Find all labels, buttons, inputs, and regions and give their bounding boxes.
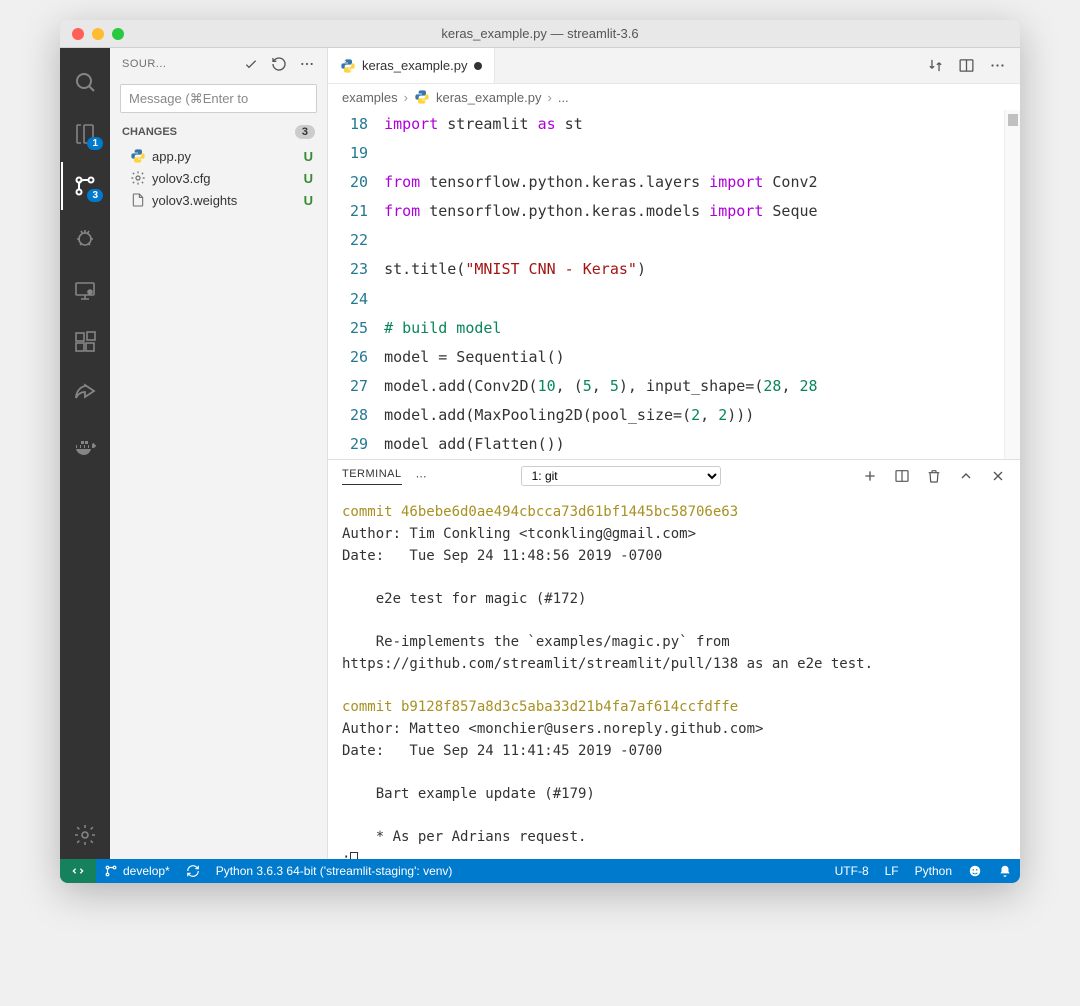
commit-message: Re-implements the `examples/magic.py` fr… [342, 634, 873, 672]
search-icon[interactable] [61, 58, 109, 106]
commit-message: Bart example update (#179) [342, 786, 595, 802]
file-status: U [304, 193, 313, 208]
chevron-right-icon: › [547, 90, 551, 105]
live-share-icon[interactable] [61, 370, 109, 418]
file-icon [130, 192, 146, 208]
interpreter-text: Python 3.6.3 64-bit ('streamlit-staging'… [216, 864, 453, 878]
commit-hash: commit 46bebe6d0ae494cbcca73d61bf1445bc5… [342, 504, 738, 520]
feedback-icon[interactable] [960, 864, 990, 878]
eol[interactable]: LF [877, 864, 907, 878]
file-status: U [304, 149, 313, 164]
code-content[interactable]: import streamlit as st from tensorflow.p… [384, 110, 1004, 459]
split-terminal-icon[interactable] [894, 468, 910, 484]
breadcrumb-file: keras_example.py [436, 90, 542, 105]
commit-check-icon[interactable] [243, 56, 259, 72]
branch-name: develop* [123, 864, 170, 878]
commit-hash: commit b9128f857a8d3c5aba33d21b4fa7af614… [342, 699, 738, 715]
titlebar: keras_example.py — streamlit-3.6 [60, 20, 1020, 48]
commit-date: Date: Tue Sep 24 11:41:45 2019 -0700 [342, 743, 662, 759]
minimize-window[interactable] [92, 28, 104, 40]
remote-explorer-icon[interactable] [61, 266, 109, 314]
scm-badge: 3 [87, 189, 103, 202]
close-panel-icon[interactable] [990, 468, 1006, 484]
file-name: yolov3.weights [152, 193, 304, 208]
file-item[interactable]: yolov3.weightsU [110, 189, 327, 211]
python-interpreter[interactable]: Python 3.6.3 64-bit ('streamlit-staging'… [208, 864, 461, 878]
breadcrumb-symbol: ... [558, 90, 569, 105]
file-item[interactable]: yolov3.cfgU [110, 167, 327, 189]
sidebar-header: SOUR... [110, 48, 327, 80]
file-list: app.pyUyolov3.cfgUyolov3.weightsU [110, 143, 327, 213]
minimap[interactable] [1004, 110, 1020, 459]
terminal-selector[interactable]: 1: git [521, 466, 721, 486]
line-numbers: 181920212223242526272829 [328, 110, 384, 459]
explorer-icon[interactable]: 1 [61, 110, 109, 158]
breadcrumb-folder: examples [342, 90, 398, 105]
notifications-icon[interactable] [990, 864, 1020, 878]
python-file-icon [340, 58, 356, 74]
commit-message: * As per Adrians request. [342, 829, 586, 845]
panel-header: TERMINAL ⋯ 1: git [328, 460, 1020, 492]
terminal-output[interactable]: commit 46bebe6d0ae494cbcca73d61bf1445bc5… [328, 492, 1020, 859]
editor-tab[interactable]: keras_example.py [328, 48, 495, 83]
vscode-window: keras_example.py — streamlit-3.6 1 3 [60, 20, 1020, 883]
extensions-icon[interactable] [61, 318, 109, 366]
git-branch[interactable]: develop* [96, 864, 178, 878]
commit-message-input[interactable] [120, 84, 317, 113]
main-area: 1 3 [60, 48, 1020, 859]
commit-date: Date: Tue Sep 24 11:48:56 2019 -0700 [342, 548, 662, 564]
sidebar-title: SOUR... [122, 58, 235, 70]
remote-indicator[interactable] [60, 859, 96, 883]
sidebar: SOUR... CHANGES 3 app.pyUyolov3.cfgUyolo… [110, 48, 328, 859]
docker-icon[interactable] [61, 422, 109, 470]
window-title: keras_example.py — streamlit-3.6 [441, 26, 638, 41]
refresh-icon[interactable] [271, 56, 287, 72]
activity-bar: 1 3 [60, 48, 110, 859]
changes-section-header[interactable]: CHANGES 3 [110, 121, 327, 143]
panel-more-icon[interactable]: ⋯ [416, 470, 427, 483]
editor-area: keras_example.py examples › keras_exampl… [328, 48, 1020, 859]
panel: TERMINAL ⋯ 1: git commit 46bebe6d0ae494c… [328, 459, 1020, 859]
source-control-icon[interactable]: 3 [61, 162, 109, 210]
file-status: U [304, 171, 313, 186]
more-actions-icon[interactable] [989, 57, 1006, 74]
maximize-panel-icon[interactable] [958, 468, 974, 484]
new-terminal-icon[interactable] [862, 468, 878, 484]
terminal-cursor [350, 852, 358, 859]
breadcrumb[interactable]: examples › keras_example.py › ... [328, 84, 1020, 110]
file-name: yolov3.cfg [152, 171, 304, 186]
changes-label: CHANGES [122, 126, 177, 138]
explorer-badge: 1 [87, 137, 103, 150]
terminal-prompt: : [342, 851, 350, 859]
changes-count: 3 [295, 125, 315, 139]
statusbar: develop* Python 3.6.3 64-bit ('streamlit… [60, 859, 1020, 883]
kill-terminal-icon[interactable] [926, 468, 942, 484]
zoom-window[interactable] [112, 28, 124, 40]
tab-label: keras_example.py [362, 58, 468, 73]
commit-message: e2e test for magic (#172) [342, 591, 586, 607]
split-editor-icon[interactable] [958, 57, 975, 74]
file-item[interactable]: app.pyU [110, 145, 327, 167]
settings-gear-icon[interactable] [61, 811, 109, 859]
python-icon [130, 148, 146, 164]
code-editor[interactable]: 181920212223242526272829 import streamli… [328, 110, 1020, 459]
tab-bar: keras_example.py [328, 48, 1020, 84]
sync-button[interactable] [178, 864, 208, 878]
traffic-lights [60, 28, 124, 40]
debug-icon[interactable] [61, 214, 109, 262]
commit-author: Author: Matteo <monchier@users.noreply.g… [342, 721, 763, 737]
python-file-icon [414, 89, 430, 105]
terminal-tab[interactable]: TERMINAL [342, 468, 402, 485]
gear-icon [130, 170, 146, 186]
chevron-right-icon: › [404, 90, 408, 105]
compare-changes-icon[interactable] [927, 57, 944, 74]
language-mode[interactable]: Python [907, 864, 960, 878]
encoding[interactable]: UTF-8 [827, 864, 877, 878]
file-name: app.py [152, 149, 304, 164]
more-icon[interactable] [299, 56, 315, 72]
commit-author: Author: Tim Conkling <tconkling@gmail.co… [342, 526, 696, 542]
dirty-indicator-icon [474, 62, 482, 70]
editor-actions [927, 57, 1020, 74]
close-window[interactable] [72, 28, 84, 40]
